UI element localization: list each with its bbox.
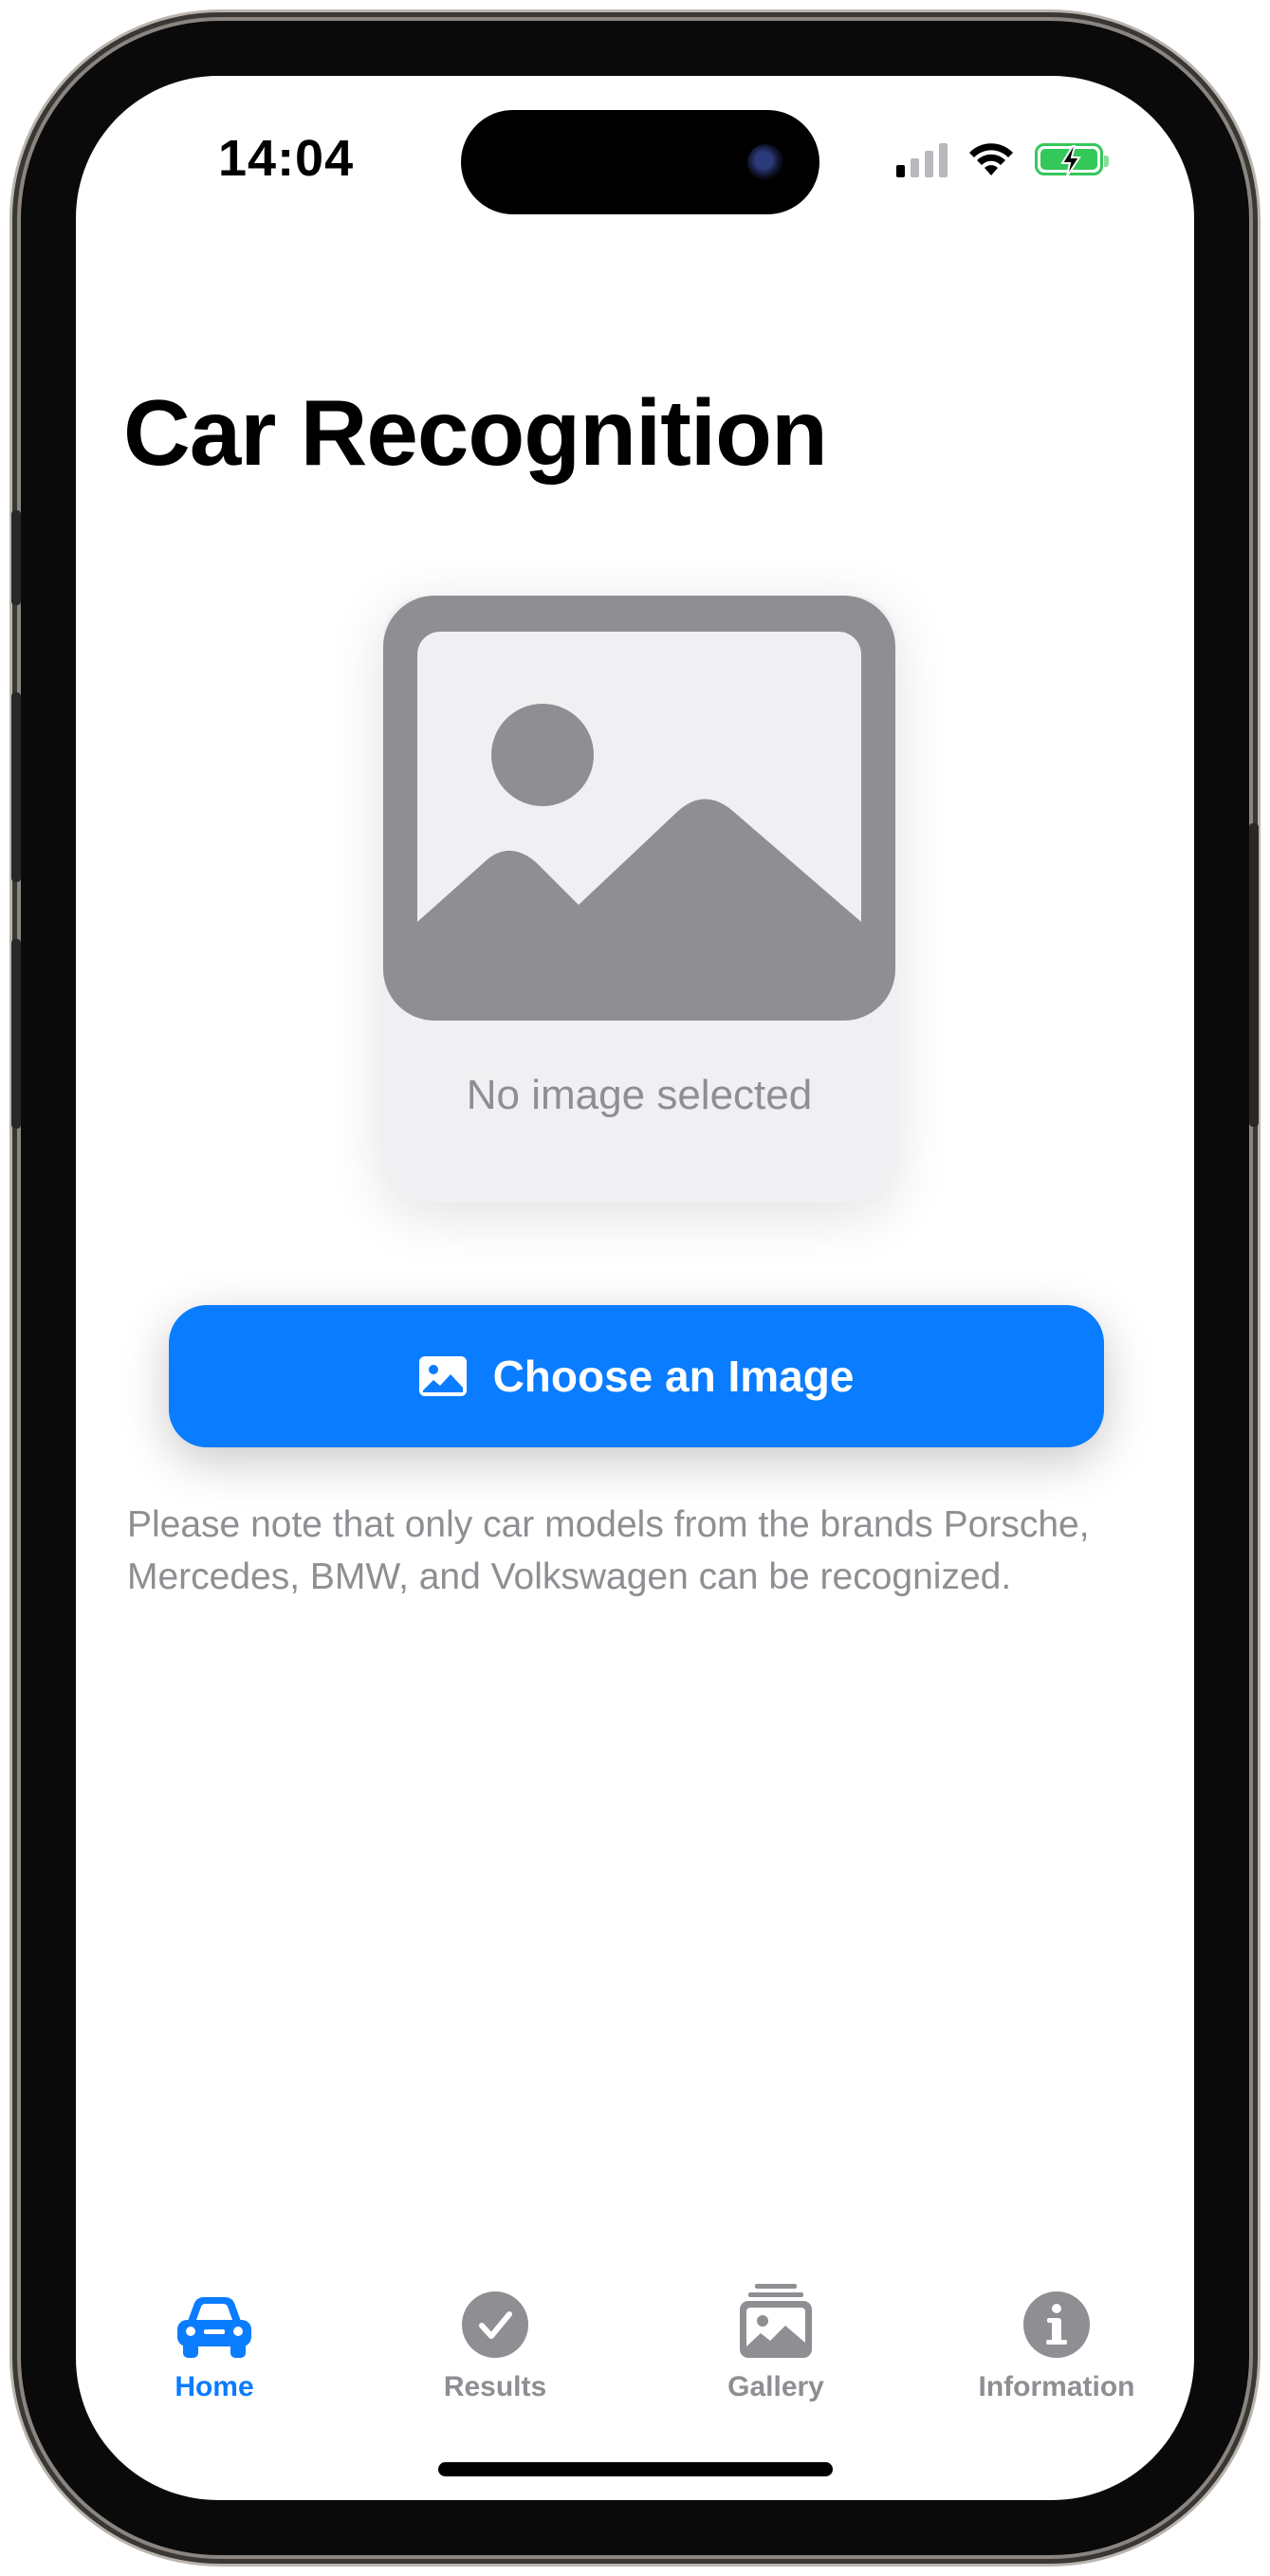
tab-gallery-label: Gallery bbox=[727, 2371, 824, 2402]
photo-stack-icon bbox=[740, 2284, 812, 2358]
volume-down-button bbox=[11, 939, 21, 1129]
tab-gallery[interactable]: Gallery bbox=[662, 2276, 890, 2403]
tab-information-label: Information bbox=[978, 2371, 1135, 2402]
no-image-label: No image selected bbox=[466, 1072, 813, 1118]
page-title: Car Recognition bbox=[123, 380, 828, 485]
tab-results-label: Results bbox=[443, 2371, 547, 2402]
front-camera-icon bbox=[747, 144, 783, 180]
battery-charging-icon bbox=[1035, 143, 1109, 177]
image-placeholder-card: No image selected bbox=[383, 596, 895, 1203]
supported-brands-note: Please note that only car models from th… bbox=[127, 1504, 1090, 1597]
wifi-icon bbox=[969, 143, 1013, 175]
tab-information[interactable]: Information bbox=[943, 2276, 1170, 2403]
photo-icon bbox=[418, 1356, 467, 1396]
choose-image-button[interactable]: Choose an Image bbox=[169, 1305, 1104, 1447]
app-screen: 14:04 Car Recognition No image selected … bbox=[76, 76, 1194, 2500]
home-indicator[interactable] bbox=[438, 2462, 833, 2476]
status-icons bbox=[896, 137, 1109, 182]
car-icon bbox=[177, 2297, 251, 2358]
action-button bbox=[11, 510, 21, 605]
photo-icon bbox=[383, 596, 895, 1021]
tab-home-label: Home bbox=[175, 2371, 254, 2402]
dynamic-island bbox=[461, 110, 819, 214]
status-time: 14:04 bbox=[218, 130, 355, 187]
tab-bar: Home Results Gallery Information bbox=[76, 2276, 1194, 2409]
cellular-signal-icon bbox=[896, 141, 948, 177]
choose-image-label: Choose an Image bbox=[492, 1352, 855, 1401]
tab-home[interactable]: Home bbox=[101, 2276, 328, 2403]
volume-up-button bbox=[11, 692, 21, 882]
info-circle-icon bbox=[1023, 2291, 1090, 2358]
tab-results[interactable]: Results bbox=[381, 2276, 609, 2403]
checkmark-circle-icon bbox=[462, 2291, 528, 2358]
side-button bbox=[1249, 823, 1259, 1127]
